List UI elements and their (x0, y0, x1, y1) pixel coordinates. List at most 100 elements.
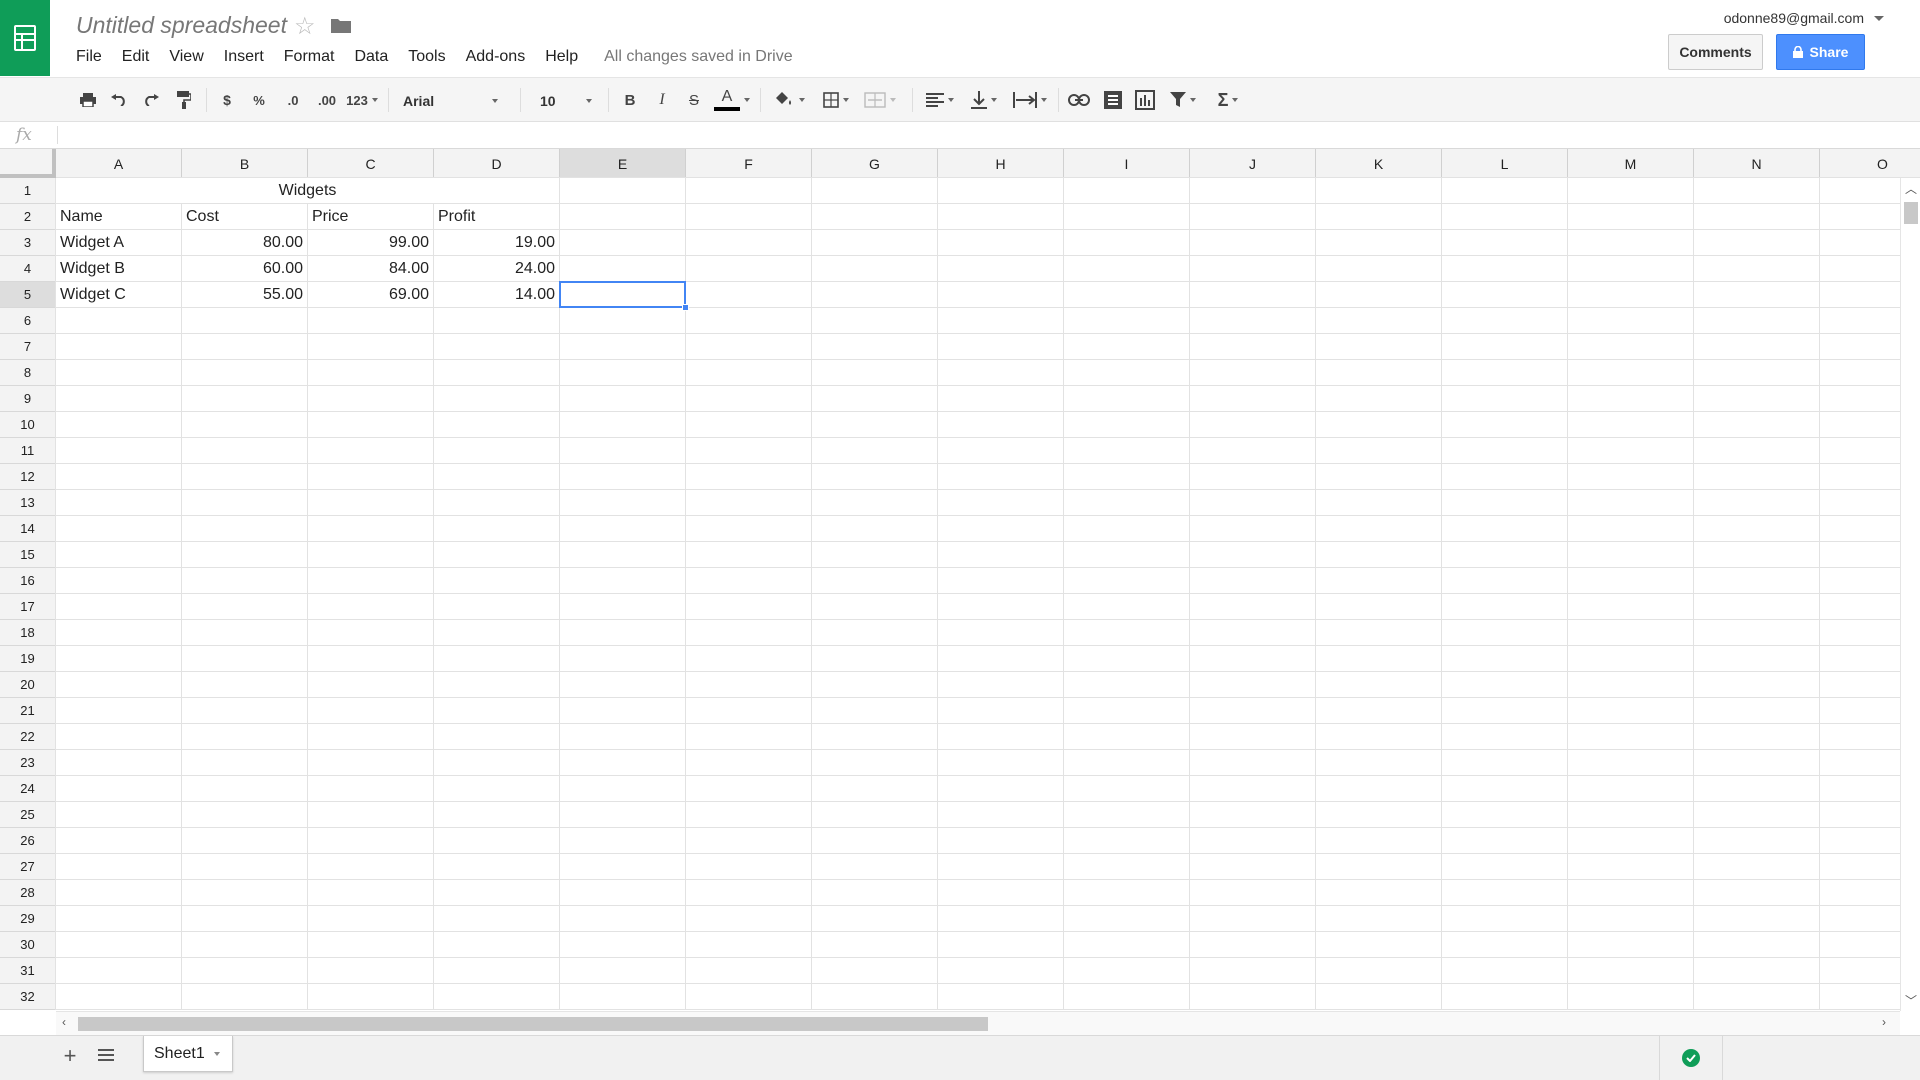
merge-cells-button[interactable] (858, 86, 902, 114)
row-header-31[interactable]: 31 (0, 958, 56, 984)
column-header-a[interactable]: A (56, 149, 182, 178)
column-header-e[interactable]: E (560, 149, 686, 178)
percent-format-button[interactable]: % (248, 86, 270, 114)
row-header-13[interactable]: 13 (0, 490, 56, 516)
column-header-n[interactable]: N (1694, 149, 1820, 178)
folder-icon[interactable] (330, 17, 352, 34)
column-header-h[interactable]: H (938, 149, 1064, 178)
menu-add-ons[interactable]: Add-ons (466, 48, 526, 66)
data-cell[interactable]: 80.00 (182, 230, 307, 255)
row-header-15[interactable]: 15 (0, 542, 56, 568)
row-header-26[interactable]: 26 (0, 828, 56, 854)
currency-format-button[interactable]: $ (216, 86, 238, 114)
menu-help[interactable]: Help (545, 48, 578, 66)
menu-format[interactable]: Format (284, 48, 335, 66)
data-cell[interactable]: 60.00 (182, 256, 307, 281)
insert-comment-icon[interactable] (1100, 86, 1126, 114)
data-cell[interactable]: 55.00 (182, 282, 307, 307)
bold-button[interactable]: B (618, 86, 642, 114)
formula-input[interactable] (57, 126, 58, 144)
more-formats-button[interactable]: 123 (342, 86, 382, 114)
paint-format-icon[interactable] (172, 86, 196, 114)
row-header-23[interactable]: 23 (0, 750, 56, 776)
share-button[interactable]: Share (1776, 34, 1865, 70)
menu-edit[interactable]: Edit (122, 48, 150, 66)
row-header-6[interactable]: 6 (0, 308, 56, 334)
column-header-o[interactable]: O (1820, 149, 1920, 178)
spreadsheet-grid[interactable]: ABCDEFGHIJKLMNO 1 2 3 4 5 6 7 8 9 10 11 12 13 14 15 16 1… (0, 149, 1920, 1011)
vertical-scroll-thumb[interactable] (1904, 202, 1918, 224)
header-cell[interactable]: Profit (434, 204, 559, 229)
sheets-logo-icon[interactable] (0, 0, 50, 76)
row-header-2[interactable]: 2 (0, 204, 56, 230)
header-cell[interactable]: Cost (182, 204, 307, 229)
column-header-k[interactable]: K (1316, 149, 1442, 178)
menu-view[interactable]: View (169, 48, 203, 66)
row-header-28[interactable]: 28 (0, 880, 56, 906)
row-header-9[interactable]: 9 (0, 386, 56, 412)
row-header-16[interactable]: 16 (0, 568, 56, 594)
data-cell[interactable]: 19.00 (434, 230, 559, 255)
row-header-3[interactable]: 3 (0, 230, 56, 256)
header-cell[interactable]: Price (308, 204, 433, 229)
borders-button[interactable] (816, 86, 856, 114)
row-header-5[interactable]: 5 (0, 282, 56, 308)
row-header-30[interactable]: 30 (0, 932, 56, 958)
document-title[interactable]: Untitled spreadsheet (76, 12, 287, 39)
column-header-l[interactable]: L (1442, 149, 1568, 178)
column-header-b[interactable]: B (182, 149, 308, 178)
italic-button[interactable]: I (650, 86, 674, 114)
column-header-c[interactable]: C (308, 149, 434, 178)
horizontal-scrollbar[interactable]: ‹ › (56, 1011, 1900, 1035)
cell-title-widgets[interactable]: Widgets (56, 178, 559, 203)
row-header-22[interactable]: 22 (0, 724, 56, 750)
column-header-f[interactable]: F (686, 149, 812, 178)
menu-file[interactable]: File (76, 48, 102, 66)
column-header-m[interactable]: M (1568, 149, 1694, 178)
print-icon[interactable] (76, 86, 100, 114)
data-cell[interactable]: Widget B (56, 256, 181, 281)
insert-link-icon[interactable] (1066, 86, 1092, 114)
header-cell[interactable]: Name (56, 204, 181, 229)
check-icon[interactable] (1682, 1049, 1700, 1067)
all-sheets-list-icon[interactable] (98, 1048, 118, 1066)
row-header-29[interactable]: 29 (0, 906, 56, 932)
row-header-8[interactable]: 8 (0, 360, 56, 386)
menu-insert[interactable]: Insert (224, 48, 264, 66)
increase-decimal-button[interactable]: .00 (310, 86, 344, 114)
text-color-button[interactable]: A (710, 86, 754, 114)
data-cell[interactable]: 24.00 (434, 256, 559, 281)
undo-icon[interactable] (107, 86, 131, 114)
row-header-10[interactable]: 10 (0, 412, 56, 438)
text-wrapping-button[interactable] (1008, 86, 1052, 114)
column-header-d[interactable]: D (434, 149, 560, 178)
active-cell-selection[interactable] (559, 281, 689, 311)
column-header-i[interactable]: I (1064, 149, 1190, 178)
data-cell[interactable]: 14.00 (434, 282, 559, 307)
column-header-g[interactable]: G (812, 149, 938, 178)
row-header-14[interactable]: 14 (0, 516, 56, 542)
row-header-12[interactable]: 12 (0, 464, 56, 490)
data-cell[interactable]: 84.00 (308, 256, 433, 281)
comments-button[interactable]: Comments (1668, 34, 1763, 70)
row-header-18[interactable]: 18 (0, 620, 56, 646)
row-header-24[interactable]: 24 (0, 776, 56, 802)
scroll-down-icon[interactable]: ﹀ (1905, 992, 1917, 1009)
functions-button[interactable]: Σ (1208, 86, 1248, 114)
data-cell[interactable]: Widget A (56, 230, 181, 255)
scroll-right-icon[interactable]: › (1882, 1015, 1886, 1029)
save-status[interactable]: All changes saved in Drive (604, 48, 793, 66)
data-cell[interactable]: 69.00 (308, 282, 433, 307)
redo-icon[interactable] (139, 86, 163, 114)
row-header-1[interactable]: 1 (0, 178, 56, 204)
horizontal-align-button[interactable] (920, 86, 960, 114)
menu-tools[interactable]: Tools (408, 48, 445, 66)
add-sheet-icon[interactable]: + (58, 1043, 82, 1068)
font-family-select[interactable]: Arial (396, 88, 506, 114)
row-header-21[interactable]: 21 (0, 698, 56, 724)
row-header-25[interactable]: 25 (0, 802, 56, 828)
strikethrough-button[interactable]: S (682, 86, 706, 114)
decrease-decimal-button[interactable]: .0 (280, 86, 306, 114)
filter-button[interactable] (1162, 86, 1204, 114)
row-header-20[interactable]: 20 (0, 672, 56, 698)
